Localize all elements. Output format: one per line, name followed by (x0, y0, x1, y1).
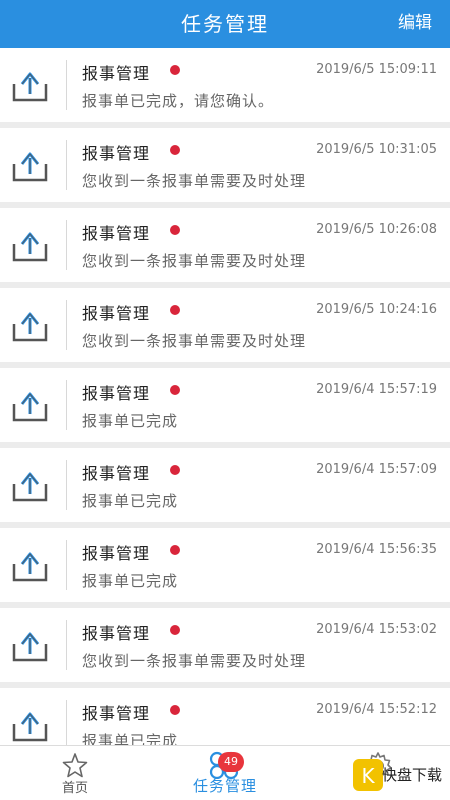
upload-tray-icon (12, 712, 48, 742)
divider (66, 460, 67, 510)
list-item[interactable]: 报事管理 2019/6/5 15:09:11 报事单已完成，请您确认。 (0, 48, 450, 122)
item-title: 报事管理 (82, 144, 151, 163)
divider (66, 380, 67, 430)
item-time: 2019/6/5 15:09:11 (316, 62, 437, 77)
list-item[interactable]: 报事管理 2019/6/4 15:57:09 报事单已完成 (0, 448, 450, 522)
tab-label: 任务管理 (192, 777, 257, 795)
item-message: 您收到一条报事单需要及时处理 (82, 652, 307, 670)
divider (66, 300, 67, 350)
task-list[interactable]: 报事管理 2019/6/5 15:09:11 报事单已完成，请您确认。 报事管理… (0, 48, 450, 746)
divider (66, 140, 67, 190)
divider (66, 220, 67, 270)
item-title: 报事管理 (82, 624, 151, 643)
page-title: 任务管理 (181, 12, 269, 36)
list-item[interactable]: 报事管理 2019/6/4 15:52:12 报事单已完成 (0, 688, 450, 746)
divider (66, 540, 67, 590)
item-message: 报事单已完成 (82, 732, 179, 746)
item-time: 2019/6/5 10:24:16 (316, 302, 437, 317)
unread-dot (170, 305, 180, 315)
item-time: 2019/6/4 15:56:35 (316, 542, 437, 557)
divider (66, 700, 67, 746)
item-message: 报事单已完成 (82, 412, 179, 430)
watermark-logo: K 快盘下载 (353, 759, 442, 791)
unread-dot (170, 625, 180, 635)
star-icon (62, 753, 88, 778)
upload-tray-icon (12, 152, 48, 182)
list-item[interactable]: 报事管理 2019/6/4 15:53:02 您收到一条报事单需要及时处理 (0, 608, 450, 682)
tab-task-management[interactable]: 49 任务管理 (180, 746, 270, 800)
unread-count-badge: 49 (218, 752, 244, 772)
tab-label: 首页 (61, 781, 88, 796)
unread-dot (170, 545, 180, 555)
unread-dot (170, 225, 180, 235)
item-time: 2019/6/4 15:57:19 (316, 382, 437, 397)
item-message: 您收到一条报事单需要及时处理 (82, 172, 307, 190)
item-time: 2019/6/5 10:26:08 (316, 222, 437, 237)
item-message: 您收到一条报事单需要及时处理 (82, 332, 307, 350)
upload-tray-icon (12, 472, 48, 502)
item-time: 2019/6/4 15:53:02 (316, 622, 437, 637)
list-item[interactable]: 报事管理 2019/6/5 10:31:05 您收到一条报事单需要及时处理 (0, 128, 450, 202)
upload-tray-icon (12, 632, 48, 662)
item-time: 2019/6/4 15:57:09 (316, 462, 437, 477)
divider (66, 60, 67, 110)
tab-home[interactable]: 首页 (30, 746, 120, 800)
upload-tray-icon (12, 312, 48, 342)
app-header: 任务管理 编辑 (0, 0, 450, 48)
item-time: 2019/6/5 10:31:05 (316, 142, 437, 157)
item-title: 报事管理 (82, 304, 151, 323)
unread-dot (170, 385, 180, 395)
svg-text:K: K (361, 764, 375, 788)
item-title: 报事管理 (82, 224, 151, 243)
upload-tray-icon (12, 232, 48, 262)
item-message: 报事单已完成 (82, 572, 179, 590)
item-time: 2019/6/4 15:52:12 (316, 702, 437, 717)
item-title: 报事管理 (82, 544, 151, 563)
list-item[interactable]: 报事管理 2019/6/4 15:56:35 报事单已完成 (0, 528, 450, 602)
unread-dot (170, 145, 180, 155)
list-item[interactable]: 报事管理 2019/6/5 10:26:08 您收到一条报事单需要及时处理 (0, 208, 450, 282)
divider (66, 620, 67, 670)
list-item[interactable]: 报事管理 2019/6/5 10:24:16 您收到一条报事单需要及时处理 (0, 288, 450, 362)
unread-dot (170, 65, 180, 75)
upload-tray-icon (12, 552, 48, 582)
edit-button[interactable]: 编辑 (398, 0, 432, 48)
item-title: 报事管理 (82, 384, 151, 403)
unread-dot (170, 705, 180, 715)
list-item[interactable]: 报事管理 2019/6/4 15:57:19 报事单已完成 (0, 368, 450, 442)
unread-dot (170, 465, 180, 475)
item-message: 报事单已完成 (82, 492, 179, 510)
item-title: 报事管理 (82, 464, 151, 483)
upload-tray-icon (12, 392, 48, 422)
item-message: 您收到一条报事单需要及时处理 (82, 252, 307, 270)
item-title: 报事管理 (82, 704, 151, 723)
item-title: 报事管理 (82, 64, 151, 83)
item-message: 报事单已完成，请您确认。 (82, 92, 275, 110)
upload-tray-icon (12, 72, 48, 102)
watermark-text: 快盘下载 (382, 766, 442, 784)
